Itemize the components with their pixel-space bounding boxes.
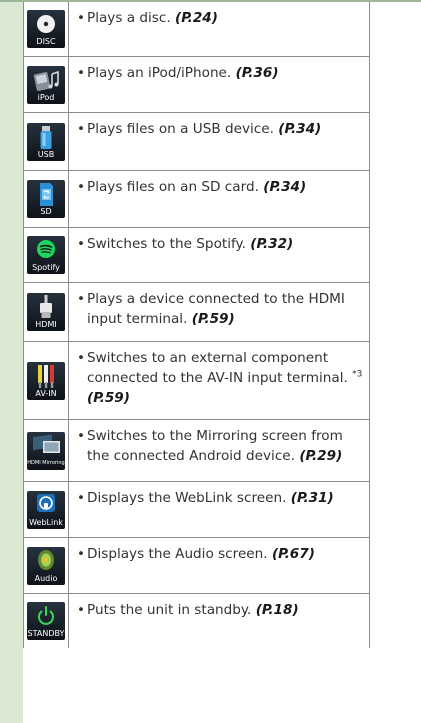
description-cell: • Displays the WebLink screen. (P.31) [69, 482, 369, 537]
description-cell: • Plays a device connected to the HDMI i… [69, 283, 369, 341]
av-in-icon[interactable]: AV-IN [27, 361, 65, 400]
page-reference[interactable]: (P.36) [236, 65, 279, 81]
icon-label: USB [37, 149, 55, 159]
description-text: Plays a disc. (P.24) [87, 10, 218, 26]
icon-label: HDMI Mirroring [27, 459, 65, 466]
description-text: Switches to the Mirroring screen from th… [87, 428, 343, 464]
ipod-icon[interactable]: iPod [27, 65, 65, 104]
bullet: • [77, 179, 86, 195]
bullet: • [77, 291, 86, 307]
page-reference[interactable]: (P.29) [299, 448, 342, 464]
icon-label: AV-IN [35, 388, 57, 398]
bullet: • [77, 602, 86, 618]
description-cell: • Switches to an external component conn… [69, 342, 369, 419]
bullet: • [77, 121, 86, 137]
icon-cell: iPod [24, 57, 69, 112]
page-reference[interactable]: (P.18) [256, 602, 299, 618]
icon-cell: HDMI [24, 283, 69, 341]
table-row: HDMI Mirroring • Switches to the Mirrori… [24, 420, 369, 482]
table-row: WebLink • Displays the WebLink screen. (… [24, 482, 369, 538]
icon-cell: STANDBY [24, 594, 69, 648]
page-reference[interactable]: (P.31) [291, 490, 334, 506]
description-text: Switches to an external component connec… [87, 350, 363, 406]
table-row: iPod • Plays an iPod/iPhone. (P.36) [24, 57, 369, 113]
icon-label: DISC [36, 37, 56, 46]
standby-icon[interactable]: STANDBY [27, 602, 65, 640]
page-reference[interactable]: (P.32) [250, 236, 293, 252]
sd-card-icon[interactable]: SD [27, 180, 65, 218]
description-cell: • Plays files on an SD card. (P.34) [69, 171, 369, 227]
table-row: HDMI • Plays a device connected to the H… [24, 283, 369, 342]
table-row: USB • Plays files on a USB device. (P.34… [24, 113, 369, 171]
page-reference[interactable]: (P.24) [175, 10, 218, 26]
source-table: DISC • Plays a disc. (P.24) iPod • Plays… [23, 2, 370, 648]
hdmi-mirroring-icon[interactable]: HDMI Mirroring [27, 431, 65, 470]
description-text: Plays files on a USB device. (P.34) [87, 121, 322, 137]
icon-label: Spotify [32, 263, 60, 272]
icon-cell: SD [24, 171, 69, 227]
description-text: Displays the WebLink screen. (P.31) [87, 490, 334, 506]
table-row: SD • Plays files on an SD card. (P.34) [24, 171, 369, 228]
spotify-icon[interactable]: Spotify [27, 236, 65, 274]
icon-cell: HDMI Mirroring [24, 420, 69, 481]
description-cell: • Plays files on a USB device. (P.34) [69, 113, 369, 170]
disc-icon[interactable]: DISC [27, 10, 65, 48]
audio-icon[interactable]: Audio [27, 546, 65, 585]
description-cell: • Plays a disc. (P.24) [69, 2, 369, 56]
footnote-marker: *3 [352, 369, 363, 380]
page-reference[interactable]: (P.34) [278, 121, 321, 137]
description-text: Puts the unit in standby. (P.18) [87, 602, 299, 618]
description-cell: • Plays an iPod/iPhone. (P.36) [69, 57, 369, 112]
bullet: • [77, 236, 86, 252]
icon-label: STANDBY [27, 629, 65, 638]
description-cell: • Switches to the Spotify. (P.32) [69, 228, 369, 282]
bullet: • [77, 428, 86, 444]
icon-cell: AV-IN [24, 342, 69, 419]
bullet: • [77, 490, 86, 506]
usb-icon[interactable]: USB [27, 122, 65, 161]
bullet: • [77, 546, 86, 562]
table-row: STANDBY • Puts the unit in standby. (P.1… [24, 594, 369, 648]
table-row: AV-IN • Switches to an external componen… [24, 342, 369, 420]
icon-cell: DISC [24, 2, 69, 56]
page-reference[interactable]: (P.67) [272, 546, 315, 562]
icon-cell: WebLink [24, 482, 69, 537]
description-text: Plays files on an SD card. (P.34) [87, 179, 307, 195]
table-row: Audio • Displays the Audio screen. (P.67… [24, 538, 369, 594]
description-cell: • Puts the unit in standby. (P.18) [69, 594, 369, 648]
icon-cell: USB [24, 113, 69, 170]
table-row: Spotify • Switches to the Spotify. (P.32… [24, 228, 369, 283]
side-band [0, 0, 23, 723]
description-text: Plays an iPod/iPhone. (P.36) [87, 65, 279, 81]
bullet: • [77, 65, 86, 81]
page-reference[interactable]: (P.59) [87, 390, 130, 406]
icon-label: HDMI [35, 320, 57, 329]
page-reference[interactable]: (P.34) [263, 179, 306, 195]
description-cell: • Switches to the Mirroring screen from … [69, 420, 369, 481]
manual-page: DISC • Plays a disc. (P.24) iPod • Plays… [0, 0, 421, 723]
icon-label: iPod [37, 92, 55, 102]
icon-cell: Spotify [24, 228, 69, 282]
page-reference[interactable]: (P.59) [192, 311, 235, 327]
icon-label: Audio [34, 573, 58, 583]
weblink-icon[interactable]: WebLink [27, 490, 65, 529]
hdmi-icon[interactable]: HDMI [27, 293, 65, 331]
icon-label: SD [40, 207, 52, 216]
description-text: Displays the Audio screen. (P.67) [87, 546, 315, 562]
icon-label: WebLink [29, 517, 63, 527]
bullet: • [77, 10, 86, 26]
description-cell: • Displays the Audio screen. (P.67) [69, 538, 369, 593]
icon-cell: Audio [24, 538, 69, 593]
table-row: DISC • Plays a disc. (P.24) [24, 2, 369, 57]
description-text: Switches to the Spotify. (P.32) [87, 236, 294, 252]
description-text: Plays a device connected to the HDMI inp… [87, 291, 345, 327]
bullet: • [77, 350, 86, 366]
